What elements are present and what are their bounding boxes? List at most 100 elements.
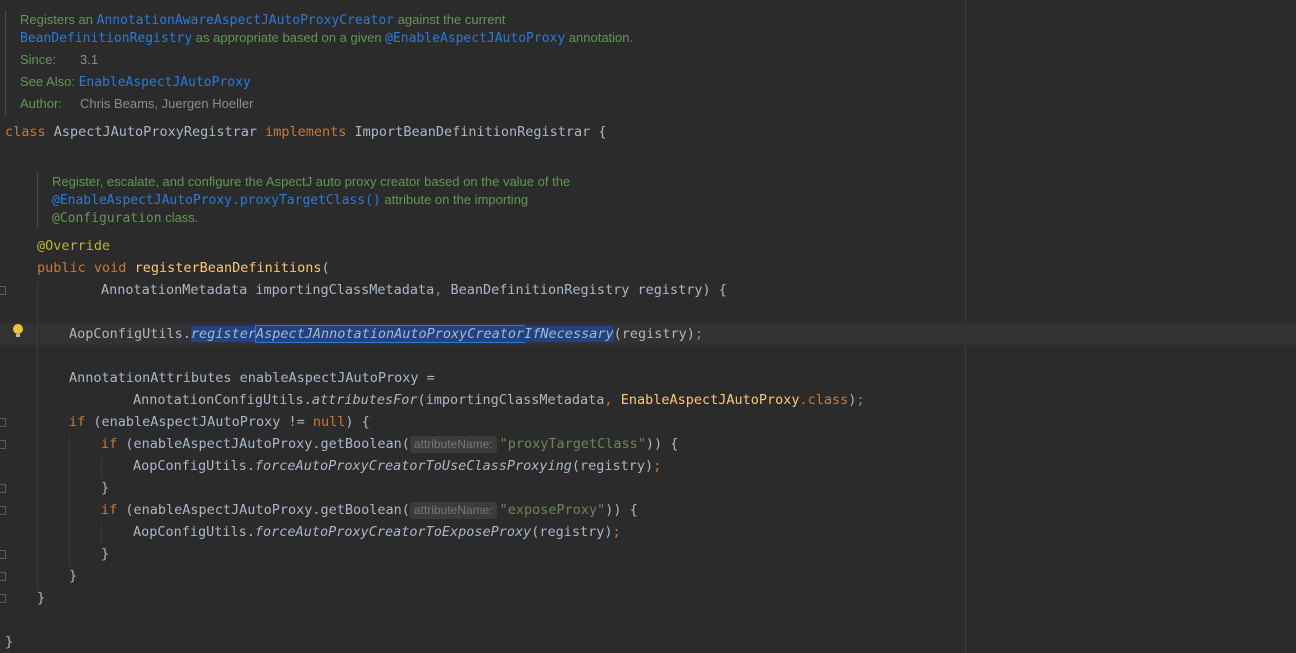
fold-marker[interactable] (0, 440, 6, 449)
string-literal: "proxyTargetClass" (499, 436, 646, 452)
indent-guide (37, 282, 38, 590)
class-name[interactable]: AspectJAutoProxyRegistrar (54, 124, 257, 140)
call-args: (registry) (531, 524, 613, 540)
close-brace: } (5, 631, 13, 653)
doc-see-also: See Also: EnableAspectJAutoProxy (20, 73, 251, 91)
fold-marker[interactable] (0, 550, 6, 559)
lightbulb-icon[interactable] (13, 324, 23, 337)
force-class-proxying: AopConfigUtils.forceAutoProxyCreatorToUs… (133, 455, 661, 477)
close-brace: } (69, 565, 77, 587)
doc-tag-label: See Also: (20, 74, 75, 89)
doc-code: @Configuration (52, 211, 162, 226)
keyword: .class (799, 392, 849, 408)
doc-text: Register, escalate, and configure the As… (52, 174, 571, 189)
doc-text: Registers an (20, 12, 97, 27)
call-args: (registry) (613, 326, 695, 342)
call-args: (importingClassMetadata (417, 392, 605, 408)
doc-line: Register, escalate, and configure the As… (52, 173, 570, 191)
class-ref[interactable]: EnableAspectJAutoProxy (621, 392, 800, 408)
attributes-for-call: AnnotationConfigUtils.attributesFor(impo… (133, 389, 865, 411)
register-call-line: AopConfigUtils.registerAspectJAnnotation… (69, 323, 703, 345)
parameter-hint: attributeName: (409, 502, 497, 519)
doc-since: Since: 3.1 (20, 51, 98, 69)
selected-text[interactable]: register (190, 326, 256, 342)
class-ref[interactable]: AopConfigUtils. (133, 524, 255, 540)
doc-line: @EnableAspectJAutoProxy.proxyTargetClass… (52, 191, 528, 209)
class-ref[interactable]: AnnotationConfigUtils. (133, 392, 312, 408)
if-null-check: if (enableAspectJAutoProxy != null) { (69, 411, 370, 433)
semicolon: ; (856, 392, 865, 408)
semicolon: ; (653, 458, 662, 474)
annotation[interactable]: @Override (37, 238, 110, 254)
selection-box[interactable]: AspectJAnnotationAutoProxyCreator (254, 325, 526, 343)
fold-marker[interactable] (0, 572, 6, 581)
fold-marker[interactable] (0, 484, 6, 493)
doc-text: against the current (394, 12, 506, 27)
condition: (enableAspectJAutoProxy != (85, 414, 313, 430)
semicolon: ; (694, 326, 703, 342)
brace: } (37, 590, 46, 606)
keyword: class (5, 124, 46, 140)
doc-tag-value: Chris Beams, Juergen Hoeller (80, 96, 254, 111)
doc-text: attribute on the importing (380, 192, 529, 207)
doc-author: Author: Chris Beams, Juergen Hoeller (20, 95, 253, 113)
keyword: public (37, 260, 86, 276)
brace: )) { (645, 436, 679, 452)
paren: ( (321, 260, 330, 276)
doc-tag-label: Since: (20, 52, 57, 67)
close-brace: } (101, 477, 109, 499)
brace: } (69, 568, 78, 584)
param: AnnotationMetadata importingClassMetadat… (101, 282, 435, 298)
class-ref[interactable]: AopConfigUtils. (133, 458, 255, 474)
param: BeanDefinitionRegistry registry) { (442, 282, 727, 298)
fold-marker[interactable] (0, 286, 6, 295)
method-signature: public void registerBeanDefinitions( (37, 257, 330, 279)
attrs-declaration: AnnotationAttributes enableAspectJAutoPr… (69, 367, 435, 389)
comma: , (604, 392, 613, 408)
parameter-hint: attributeName: (409, 436, 497, 453)
method-javadoc: Register, escalate, and configure the As… (37, 172, 959, 228)
doc-see-link[interactable]: EnableAspectJAutoProxy (79, 75, 251, 90)
keyword: if (101, 436, 118, 452)
indent-guide (69, 436, 70, 566)
class-ref[interactable]: AopConfigUtils. (69, 326, 191, 342)
keyword: implements (265, 124, 347, 140)
doc-text: annotation. (565, 30, 634, 45)
doc-code-link[interactable]: @EnableAspectJAutoProxy (385, 31, 565, 46)
fold-marker[interactable] (0, 594, 6, 603)
doc-code-link[interactable]: BeanDefinitionRegistry (20, 31, 192, 46)
brace: ) { (345, 414, 370, 430)
doc-line: @Configuration class. (52, 209, 198, 227)
call-args: (registry) (571, 458, 654, 474)
keyword: if (69, 414, 86, 430)
static-method[interactable]: forceAutoProxyCreatorToUseClassProxying (255, 458, 572, 474)
static-method[interactable]: attributesFor (312, 392, 418, 408)
class-declaration: class AspectJAutoProxyRegistrar implemen… (5, 121, 607, 143)
statement: AnnotationAttributes enableAspectJAutoPr… (69, 370, 435, 386)
if-expose-proxy: if (enableAspectJAutoProxy.getBoolean(at… (101, 499, 638, 521)
doc-text: class. (161, 210, 199, 225)
doc-tag-value: 3.1 (80, 52, 99, 67)
indent-guide (101, 524, 102, 544)
doc-code-link[interactable]: AnnotationAwareAspectJAutoProxyCreator (97, 13, 394, 28)
interface-name[interactable]: ImportBeanDefinitionRegistrar (355, 124, 591, 140)
string-literal: "exposeProxy" (499, 502, 606, 518)
indent-guide (101, 458, 102, 478)
static-method[interactable]: forceAutoProxyCreatorToExposeProxy (255, 524, 531, 540)
force-expose-proxy: AopConfigUtils.forceAutoProxyCreatorToEx… (133, 521, 621, 543)
doc-line: BeanDefinitionRegistry as appropriate ba… (20, 29, 633, 47)
method-name[interactable]: registerBeanDefinitions (135, 260, 322, 276)
doc-line: Registers an AnnotationAwareAspectJAutoP… (20, 11, 505, 29)
class-javadoc: Registers an AnnotationAwareAspectJAutoP… (5, 10, 959, 116)
brace: { (590, 124, 607, 140)
fold-marker[interactable] (0, 506, 6, 515)
if-proxy-target: if (enableAspectJAutoProxy.getBoolean(at… (101, 433, 678, 455)
brace: } (5, 634, 14, 650)
close-brace: } (101, 543, 109, 565)
fold-marker[interactable] (0, 418, 6, 427)
doc-text: as appropriate based on a given (192, 30, 386, 45)
doc-code-link[interactable]: @EnableAspectJAutoProxy.proxyTargetClass… (52, 193, 381, 208)
selected-text[interactable]: IfNecessary (524, 326, 614, 342)
keyword: null (312, 414, 346, 430)
method-params: AnnotationMetadata importingClassMetadat… (101, 279, 727, 301)
